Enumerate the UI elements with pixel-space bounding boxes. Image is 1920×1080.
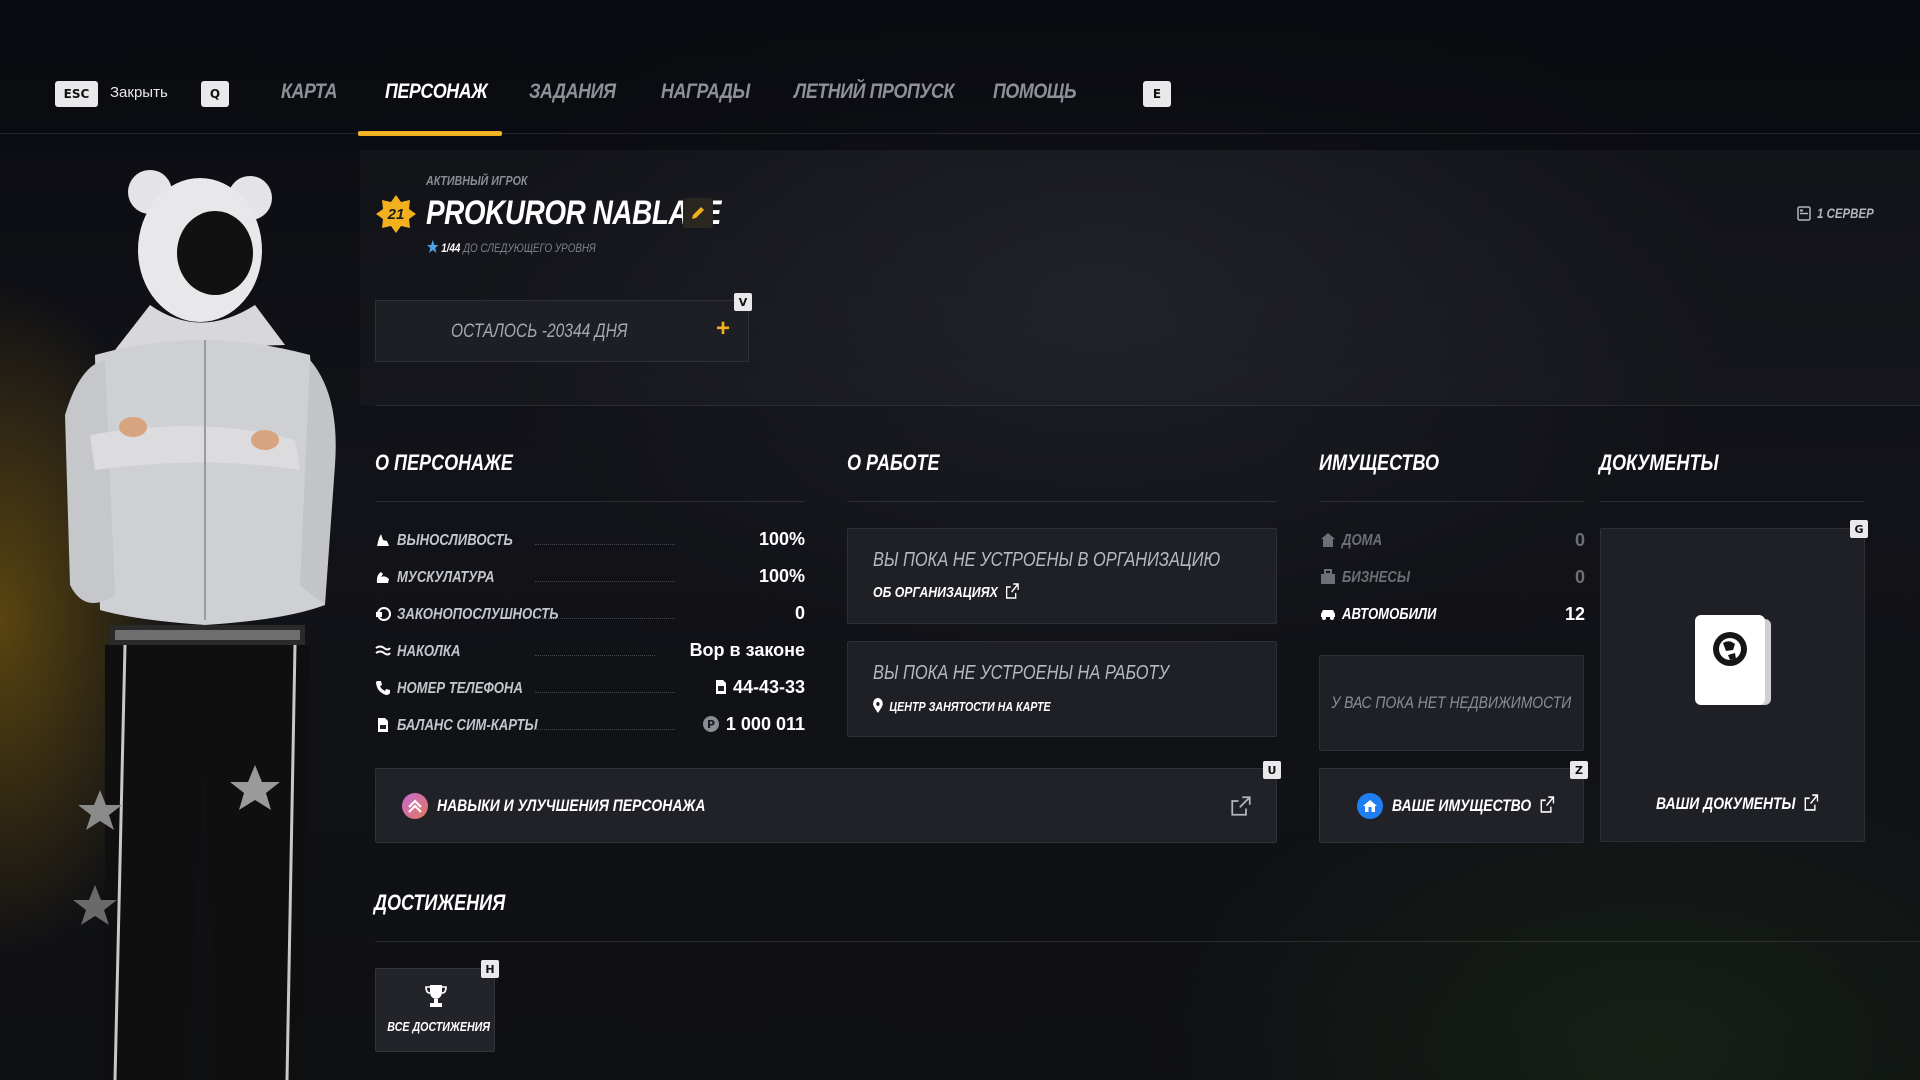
map-pin-icon	[873, 698, 883, 713]
property-key-badge: Z	[1570, 761, 1588, 779]
days-left-text: ОСТАЛОСЬ -20344 ДНЯ	[451, 321, 628, 342]
next-tab-key-badge[interactable]: E	[1143, 81, 1171, 107]
tattoo-icon	[375, 645, 391, 656]
info-band	[360, 150, 1920, 405]
organization-status: ВЫ ПОКА НЕ УСТРОЕНЫ В ОРГАНИЗАЦИЮ	[873, 549, 1221, 571]
skills-label: НАВЫКИ И УЛУЧШЕНИЯ ПЕРСОНАЖА	[437, 796, 706, 815]
about-divider	[375, 501, 805, 502]
passport-icon	[1695, 615, 1771, 705]
tab-character[interactable]: ПЕРСОНАЖ	[385, 80, 488, 104]
trophy-icon	[425, 985, 447, 1007]
esc-key-badge[interactable]: ESC	[55, 81, 98, 107]
organization-panel: ВЫ ПОКА НЕ УСТРОЕНЫ В ОРГАНИЗАЦИЮ ОБ ОРГ…	[847, 528, 1277, 624]
muscle-icon	[376, 572, 389, 583]
prev-tab-key-badge[interactable]: Q	[201, 81, 229, 107]
property-businesses: БИЗНЕСЫ 0	[1320, 566, 1585, 590]
edit-name-button[interactable]	[683, 198, 713, 228]
skills-upgrade-icon	[402, 793, 428, 819]
about-section-title: О ПЕРСОНАЖЕ	[375, 450, 513, 475]
close-label[interactable]: Закрыть	[110, 84, 168, 101]
pencil-icon	[692, 207, 704, 219]
player-name: PROKUROR NABLATE	[426, 194, 721, 232]
sim-icon	[378, 718, 388, 732]
job-panel: ВЫ ПОКА НЕ УСТРОЕНЫ НА РАБОТУ ЦЕНТР ЗАНЯ…	[847, 641, 1277, 737]
property-section-title: ИМУЩЕСТВО	[1319, 450, 1440, 475]
tab-map[interactable]: КАРТА	[281, 80, 338, 104]
skills-button[interactable]: НАВЫКИ И УЛУЧШЕНИЯ ПЕРСОНАЖА	[375, 768, 1277, 843]
documents-section-title: ДОКУМЕНТЫ	[1599, 450, 1719, 475]
job-status: ВЫ ПОКА НЕ УСТРОЕНЫ НА РАБОТУ	[873, 662, 1170, 684]
property-houses: ДОМА 0	[1320, 529, 1585, 553]
tab-help[interactable]: ПОМОЩЬ	[993, 80, 1077, 104]
no-real-estate-text: У ВАС ПОКА НЕТ НЕДВИЖИМОСТИ	[1331, 693, 1572, 712]
external-link-icon	[1231, 796, 1251, 816]
house-icon	[1321, 533, 1335, 547]
stat-stamina: ВЫНОСЛИВОСТЬ 100%	[375, 529, 805, 553]
top-navigation: ESC Закрыть Q КАРТА ПЕРСОНАЖ ЗАДАНИЯ НАГ…	[0, 0, 1920, 136]
employment-center-link[interactable]: ЦЕНТР ЗАНЯТОСТИ НА КАРТЕ	[873, 698, 1090, 714]
currency-icon: P	[702, 716, 719, 732]
law-icon	[376, 607, 391, 621]
car-icon	[1321, 610, 1335, 620]
star-icon	[427, 240, 439, 253]
level-progress: 1/44 ДО СЛЕДУЮЩЕГО УРОВНЯ	[427, 240, 633, 255]
external-link-icon	[1804, 794, 1819, 811]
all-achievements-label: ВСЕ ДОСТИЖЕНИЯ	[387, 1019, 491, 1034]
stat-muscle: МУСКУЛАТУРА 100%	[375, 566, 805, 590]
days-left-box[interactable]: ОСТАЛОСЬ -20344 ДНЯ +	[375, 300, 749, 362]
player-level: 21	[387, 205, 405, 223]
stat-law: ЗАКОНОПОСЛУШНОСТЬ 0	[375, 603, 805, 627]
documents-panel[interactable]: ВАШИ ДОКУМЕНТЫ	[1600, 528, 1865, 842]
stamina-icon	[377, 534, 389, 546]
external-link-icon	[1006, 583, 1020, 599]
header-divider	[375, 405, 1920, 406]
about-organizations-link[interactable]: ОБ ОРГАНИЗАЦИЯХ	[873, 583, 1051, 601]
stat-tattoo: НАКОЛКА Вор в законе	[375, 640, 805, 664]
skills-key-badge: U	[1263, 761, 1281, 779]
your-documents-link[interactable]: ВАШИ ДОКУМЕНТЫ	[1656, 794, 1854, 814]
documents-key-badge: G	[1850, 520, 1868, 538]
documents-divider	[1599, 501, 1865, 502]
achievements-divider	[375, 941, 1920, 942]
external-link-icon	[1540, 796, 1554, 813]
stat-sim-balance: БАЛАНС СИМ-КАРТЫ P1 000 011	[375, 714, 805, 738]
phone-icon	[376, 681, 390, 695]
character-avatar	[65, 170, 336, 1080]
your-property-button[interactable]: ВАШЕ ИМУЩЕСТВО	[1319, 768, 1584, 843]
tab-quests[interactable]: ЗАДАНИЯ	[529, 80, 616, 104]
tab-summer-pass[interactable]: ЛЕТНИЙ ПРОПУСК	[794, 80, 955, 104]
all-achievements-tile[interactable]: ВСЕ ДОСТИЖЕНИЯ	[375, 968, 495, 1052]
property-divider	[1319, 501, 1584, 502]
tab-rewards[interactable]: НАГРАДЫ	[661, 80, 750, 104]
no-real-estate-panel: У ВАС ПОКА НЕТ НЕДВИЖИМОСТИ	[1319, 655, 1584, 751]
property-cars: АВТОМОБИЛИ 12	[1320, 603, 1585, 627]
server-indicator: 1 СЕРВЕР	[1797, 205, 1886, 221]
home-icon	[1357, 793, 1383, 819]
days-key-badge: V	[734, 293, 752, 311]
your-property-label: ВАШЕ ИМУЩЕСТВО	[1392, 796, 1590, 816]
add-days-button[interactable]: +	[716, 315, 730, 343]
business-icon	[1321, 569, 1335, 584]
work-section-title: О РАБОТЕ	[847, 450, 940, 475]
server-icon	[1797, 205, 1811, 221]
achievements-key-badge: H	[481, 960, 499, 978]
stat-phone: НОМЕР ТЕЛЕФОНА 44-43-33	[375, 677, 805, 701]
sim-card-icon	[715, 680, 726, 694]
nav-divider	[0, 133, 1920, 134]
achievements-section-title: ДОСТИЖЕНИЯ	[374, 890, 506, 915]
svg-text:P: P	[707, 718, 715, 731]
work-divider	[847, 501, 1277, 502]
player-status: АКТИВНЫЙ ИГРОК	[426, 173, 528, 188]
